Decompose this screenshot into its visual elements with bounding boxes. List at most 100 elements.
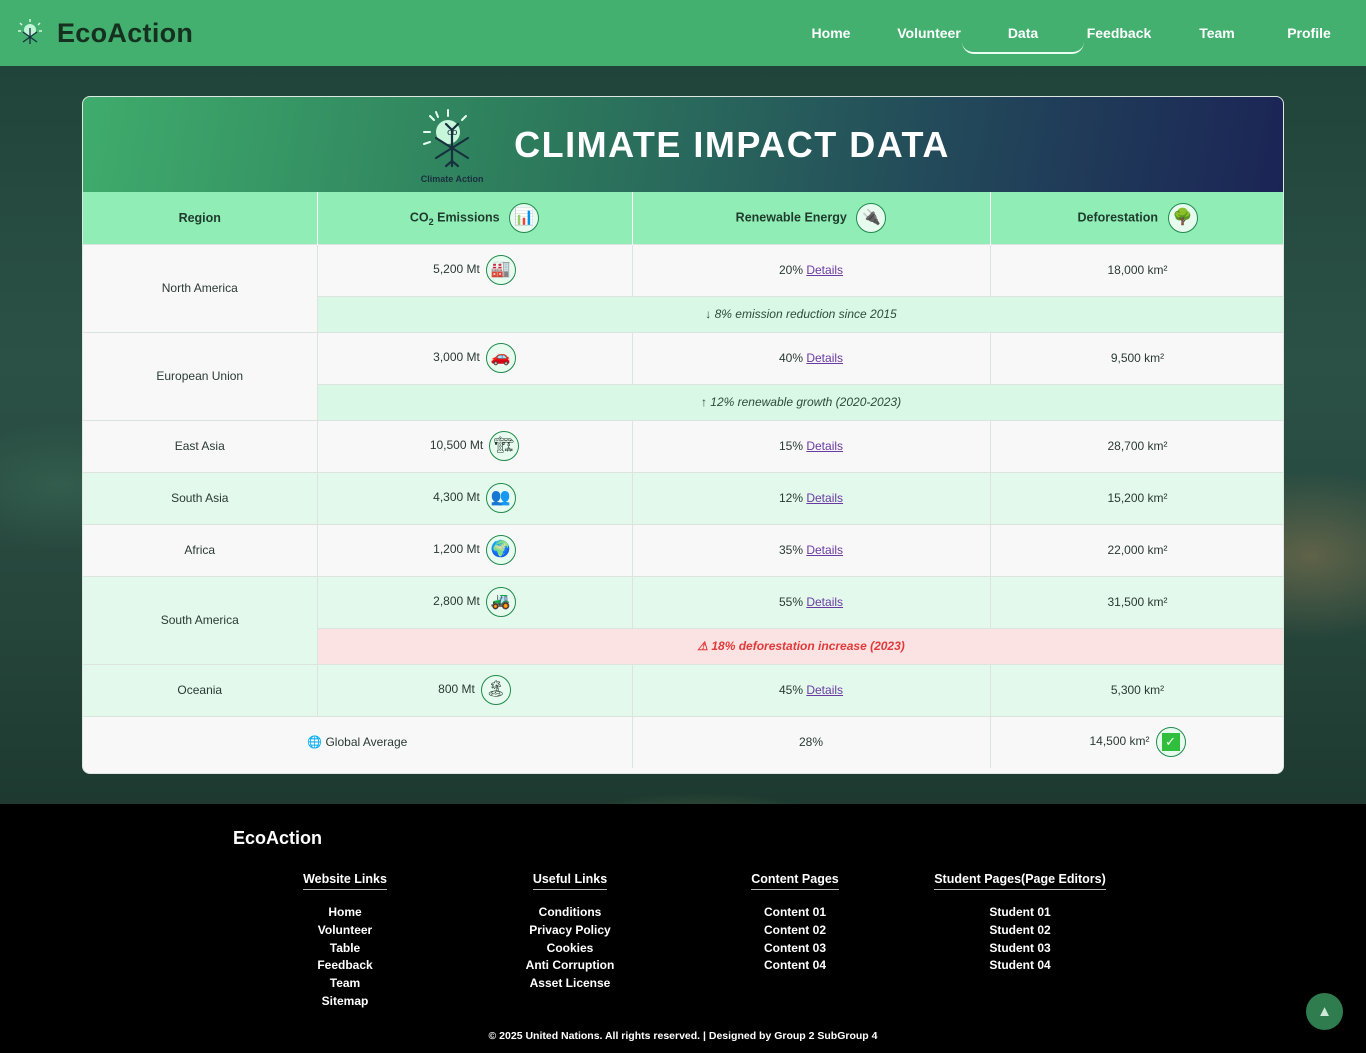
renewable-cell: 35% Details: [632, 523, 991, 576]
header-co2-suffix: Emissions: [437, 210, 500, 225]
global-renewable-cell: 28%: [632, 715, 991, 768]
co2-value: 1,200 Mt: [433, 542, 480, 557]
footer-link[interactable]: Sitemap: [285, 993, 405, 1011]
co2-cell: 10,500 Mt 🏗: [317, 419, 633, 472]
details-link[interactable]: Details: [806, 351, 843, 365]
co2-cell: 1,200 Mt 🌍: [317, 523, 633, 576]
header-renewable: Renewable Energy 🔌: [632, 192, 991, 244]
footer-link[interactable]: Content 01: [735, 904, 855, 922]
scroll-to-top-button[interactable]: ▲: [1306, 993, 1343, 1030]
footer-link[interactable]: Student 02: [930, 922, 1110, 940]
footer-link[interactable]: Feedback: [285, 957, 405, 975]
co2-cell: 5,200 Mt 🏭: [317, 243, 633, 296]
deforestation-cell: 31,500 km²: [990, 575, 1283, 628]
brand[interactable]: EcoAction: [14, 16, 193, 50]
footer-link[interactable]: Student 03: [930, 940, 1110, 958]
co2-cell: 3,000 Mt 🚗: [317, 331, 633, 384]
footer-link[interactable]: Student 04: [930, 957, 1110, 975]
footer-link[interactable]: Home: [285, 904, 405, 922]
footer-link[interactable]: Cookies: [505, 940, 635, 958]
table-row: South Asia 4,300 Mt 👥 12% Details 15,200 …: [83, 471, 1283, 524]
nav-profile[interactable]: Profile: [1264, 25, 1354, 41]
tree-icon: 🌳: [1167, 202, 1198, 233]
nav-links: Home Volunteer Data Feedback Team Profil…: [782, 0, 1366, 66]
footer-link[interactable]: Anti Corruption: [505, 957, 635, 975]
co2-value: 10,500 Mt: [429, 438, 484, 453]
footer-link[interactable]: Asset License: [505, 975, 635, 993]
factory-icon: 🏭: [485, 255, 516, 285]
industry-icon: 🏗: [489, 431, 520, 461]
climate-data-table: Region CO2 Emissions 📊 Renewable Energy …: [83, 192, 1283, 768]
deforestation-cell: 9,500 km²: [990, 331, 1283, 384]
nav-team[interactable]: Team: [1170, 25, 1264, 41]
footer-link[interactable]: Content 02: [735, 922, 855, 940]
svg-text:co: co: [447, 128, 458, 138]
copyright: © 2025 United Nations. All rights reserv…: [488, 1030, 878, 1042]
table-row: European Union 3,000 Mt 🚗 40% Details 9,5…: [83, 331, 1283, 420]
nav-home[interactable]: Home: [782, 25, 880, 41]
deforestation-cell: 22,000 km²: [990, 523, 1283, 576]
global-average-label-cell: 🌐 Global Average: [83, 715, 633, 768]
footer-column-title: Website Links: [303, 872, 387, 890]
region-cell: South America: [83, 575, 318, 664]
nav-volunteer[interactable]: Volunteer: [880, 25, 978, 41]
renewable-cell: 12% Details: [632, 471, 991, 524]
page-title: CLIMATE IMPACT DATA: [514, 123, 950, 165]
climate-action-logo-icon: [14, 16, 48, 50]
footer-link[interactable]: Student 01: [930, 904, 1110, 922]
header-region: Region: [83, 192, 318, 244]
footer-link[interactable]: Team: [285, 975, 405, 993]
footer-link[interactable]: Privacy Policy: [505, 922, 635, 940]
co2-value: 5,200 Mt: [433, 262, 480, 277]
renewable-value: 35%: [778, 543, 803, 557]
renewable-cell: 40% Details: [632, 331, 991, 384]
car-icon: 🚗: [485, 343, 516, 373]
renewable-value: 40%: [778, 351, 803, 365]
deforestation-cell: 28,700 km²: [990, 419, 1283, 472]
renewable-value: 55%: [778, 595, 803, 609]
table-row: North America 5,200 Mt 🏭 20% Details 18,0…: [83, 243, 1283, 332]
co2-value: 3,000 Mt: [433, 350, 480, 365]
co2-cell: 4,300 Mt 👥: [317, 471, 633, 524]
nav-data[interactable]: Data: [962, 25, 1084, 54]
footer-link[interactable]: Content 03: [735, 940, 855, 958]
renewable-value: 15%: [778, 439, 803, 453]
climate-data-card: co Climate Action CLIMATE IMPACT DATA Re…: [82, 96, 1284, 774]
renewable-cell: 45% Details: [632, 663, 991, 716]
deforestation-cell: 18,000 km²: [990, 243, 1283, 296]
globe-icon: 🌐: [307, 735, 323, 750]
top-navbar: EcoAction Home Volunteer Data Feedback T…: [0, 0, 1366, 66]
co2-cell: 800 Mt 🏝: [317, 663, 633, 716]
footer-link[interactable]: Table: [285, 940, 405, 958]
renewable-value: 20%: [778, 263, 803, 277]
region-cell: Oceania: [83, 663, 318, 716]
table-header-row: Region CO2 Emissions 📊 Renewable Energy …: [83, 192, 1283, 244]
globe-icon: 🌍: [485, 535, 516, 565]
details-link[interactable]: Details: [806, 491, 843, 505]
global-average-row: 🌐 Global Average 28% 14,500 km² ✓: [83, 715, 1283, 768]
renewable-value: 45%: [778, 683, 803, 697]
warning-note: ⚠ 18% deforestation increase (2023): [317, 627, 1283, 664]
plug-icon: 🔌: [856, 202, 887, 233]
details-link[interactable]: Details: [806, 439, 843, 453]
details-link[interactable]: Details: [806, 595, 843, 609]
header-renewable-label: Renewable Energy: [735, 210, 847, 225]
region-cell: South Asia: [83, 471, 318, 524]
bar-chart-icon: 📊: [509, 202, 540, 233]
warning-text: 18% deforestation increase (2023): [711, 639, 905, 653]
footer-link[interactable]: Volunteer: [285, 922, 405, 940]
nav-feedback[interactable]: Feedback: [1068, 25, 1170, 41]
details-link[interactable]: Details: [806, 683, 843, 697]
co2-value: 800 Mt: [438, 682, 475, 697]
climate-action-logo-icon: co Climate Action: [416, 108, 488, 184]
renewable-cell: 20% Details: [632, 243, 991, 296]
co2-value: 2,800 Mt: [433, 594, 480, 609]
details-link[interactable]: Details: [806, 263, 843, 277]
details-link[interactable]: Details: [806, 543, 843, 557]
footer-link[interactable]: Content 04: [735, 957, 855, 975]
footer-link[interactable]: Conditions: [505, 904, 635, 922]
region-cell: East Asia: [83, 419, 318, 472]
header-co2: CO2 Emissions 📊: [317, 192, 633, 244]
deforestation-cell: 15,200 km²: [990, 471, 1283, 524]
region-cell: Africa: [83, 523, 318, 576]
